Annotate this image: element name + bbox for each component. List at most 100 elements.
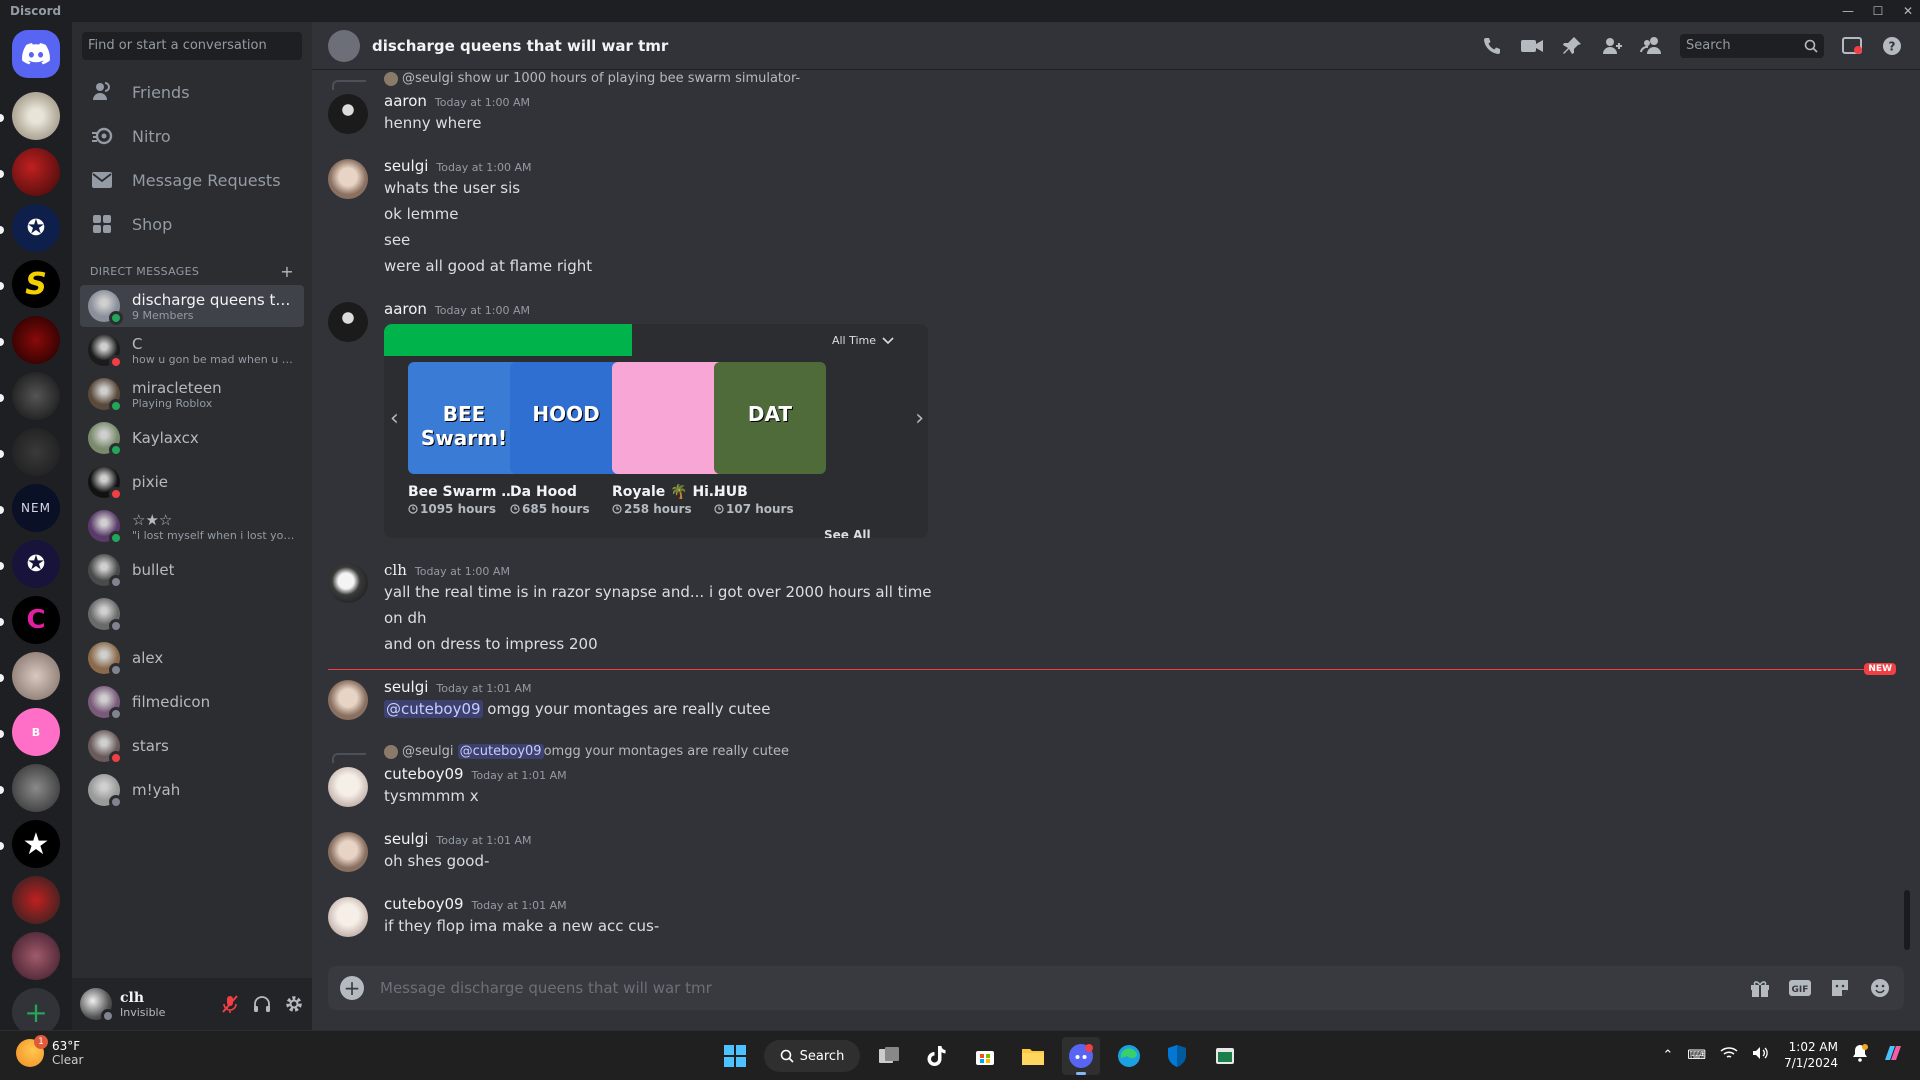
sticker-icon[interactable]	[1828, 976, 1852, 1000]
gif-icon[interactable]: GIF	[1788, 976, 1812, 1000]
server-icon[interactable]	[12, 932, 60, 980]
wifi-icon[interactable]	[1720, 1046, 1738, 1064]
headphones-icon[interactable]	[252, 994, 272, 1014]
create-dm-icon[interactable]: +	[280, 262, 294, 281]
see-all-link[interactable]: See All	[824, 528, 871, 538]
server-icon[interactable]	[12, 92, 60, 140]
chevron-up-icon[interactable]: ⌃	[1662, 1048, 1673, 1063]
windows-start-icon[interactable]	[716, 1037, 754, 1075]
add-friends-to-dm-icon[interactable]	[1600, 34, 1624, 58]
message-author[interactable]: cuteboy09	[384, 765, 464, 783]
avatar[interactable]	[328, 680, 368, 720]
scroll-thumb[interactable]	[1904, 890, 1910, 950]
nav-item-nitro[interactable]: Nitro	[80, 114, 304, 158]
server-icon[interactable]	[12, 428, 60, 476]
message-author[interactable]: seulgi	[384, 157, 428, 175]
server-icon[interactable]	[12, 372, 60, 420]
reply-preview[interactable]: @seulgi show ur 1000 hours of playing be…	[384, 71, 800, 86]
avatar[interactable]	[328, 832, 368, 872]
dm-item[interactable]: alex	[80, 637, 304, 679]
server-icon[interactable]: ✪	[12, 204, 60, 252]
dm-item[interactable]: Chow u gon be mad when u did...	[80, 329, 304, 371]
game-card[interactable]: DAT HUB 107 hours	[714, 362, 826, 516]
video-call-icon[interactable]	[1520, 34, 1544, 58]
taskbar-clock[interactable]: 1:02 AM 7/1/2024	[1784, 1039, 1838, 1071]
avatar[interactable]	[80, 988, 115, 1023]
maximize-icon[interactable]: ☐	[1866, 4, 1890, 18]
nav-item-friends[interactable]: Friends	[80, 70, 304, 114]
carousel-prev-icon[interactable]: ‹	[390, 406, 399, 431]
server-icon[interactable]: S	[12, 260, 60, 308]
message-author[interactable]: aaron	[384, 92, 427, 110]
taskbar-search-button[interactable]: Search	[764, 1040, 860, 1072]
header-search-input[interactable]: Search	[1680, 33, 1824, 58]
nav-item-message-requests[interactable]: Message Requests	[80, 158, 304, 202]
gift-icon[interactable]	[1748, 976, 1772, 1000]
message-author[interactable]: clh	[384, 561, 407, 579]
avatar[interactable]	[328, 159, 368, 199]
minimize-icon[interactable]: —	[1836, 4, 1860, 18]
dm-item[interactable]: discharge queens tha... 9 Members	[80, 285, 304, 327]
avatar[interactable]	[328, 897, 368, 937]
server-icon[interactable]	[12, 764, 60, 812]
pin-icon[interactable]	[1560, 34, 1584, 58]
member-list-icon[interactable]	[1640, 34, 1664, 58]
message-author[interactable]: aaron	[384, 300, 427, 318]
dm-item[interactable]: miracleteen Playing Roblox	[80, 373, 304, 415]
add-server-button[interactable]: +	[12, 988, 60, 1036]
server-icon[interactable]: ★	[12, 820, 60, 868]
server-icon[interactable]: ✪	[12, 540, 60, 588]
keyboard-icon[interactable]: ⌨	[1687, 1048, 1706, 1063]
home-button[interactable]	[12, 30, 60, 78]
message-author[interactable]: cuteboy09	[384, 895, 464, 913]
defender-shield-icon[interactable]	[1158, 1037, 1196, 1075]
app-window-icon[interactable]	[1206, 1037, 1244, 1075]
task-view-icon[interactable]	[870, 1037, 908, 1075]
notification-bell-icon[interactable]	[1852, 1044, 1868, 1066]
tiktok-icon[interactable]	[918, 1037, 956, 1075]
message-input[interactable]	[380, 979, 1748, 997]
server-icon[interactable]	[12, 876, 60, 924]
game-card[interactable]: HOOD Da Hood 685 hours	[510, 362, 622, 516]
time-filter-dropdown[interactable]: All Time	[832, 334, 894, 347]
server-icon[interactable]	[12, 316, 60, 364]
settings-gear-icon[interactable]	[284, 994, 304, 1014]
game-card[interactable]: Royale 🌴 Hig... 258 hours	[612, 362, 724, 516]
avatar[interactable]	[328, 302, 368, 342]
find-conversation-input[interactable]: Find or start a conversation	[82, 32, 302, 60]
dm-item[interactable]: stars	[80, 725, 304, 767]
server-icon[interactable]: NEM	[12, 484, 60, 532]
close-icon[interactable]: ✕	[1896, 4, 1920, 18]
server-icon[interactable]	[12, 652, 60, 700]
volume-icon[interactable]	[1752, 1046, 1770, 1064]
discord-taskbar-icon[interactable]	[1062, 1037, 1100, 1075]
avatar[interactable]	[328, 767, 368, 807]
dm-item[interactable]	[80, 593, 304, 635]
dm-item[interactable]: filmedicon	[80, 681, 304, 723]
user-mention[interactable]: @cuteboy09	[457, 744, 544, 759]
message-author[interactable]: seulgi	[384, 830, 428, 848]
server-icon[interactable]: C	[12, 596, 60, 644]
user-mention[interactable]: @cuteboy09	[384, 700, 483, 718]
help-icon[interactable]: ?	[1880, 34, 1904, 58]
emoji-icon[interactable]	[1868, 976, 1892, 1000]
weather-widget[interactable]: 1 63°F Clear	[16, 1035, 83, 1067]
dm-item[interactable]: pixie	[80, 461, 304, 503]
microsoft-store-icon[interactable]	[966, 1037, 1004, 1075]
avatar[interactable]	[328, 94, 368, 134]
dm-item[interactable]: ☆★☆ "i lost myself when i lost you ...	[80, 505, 304, 547]
dm-item[interactable]: m!yah	[80, 769, 304, 811]
server-icon[interactable]	[12, 148, 60, 196]
message-scrollbar[interactable]	[1904, 70, 1912, 960]
nav-item-shop[interactable]: Shop	[80, 202, 304, 246]
inbox-icon[interactable]	[1840, 34, 1864, 58]
dm-item[interactable]: bullet	[80, 549, 304, 591]
edge-browser-icon[interactable]	[1110, 1037, 1148, 1075]
server-icon[interactable]: B	[12, 708, 60, 756]
avatar[interactable]	[328, 563, 368, 603]
message-author[interactable]: seulgi	[384, 678, 428, 696]
dm-item[interactable]: Kaylaxcx	[80, 417, 304, 459]
upload-plus-icon[interactable]: +	[340, 976, 364, 1000]
game-card[interactable]: BEE Swarm! Bee Swarm Si... 1095 hours	[408, 362, 520, 516]
carousel-next-icon[interactable]: ›	[915, 406, 924, 431]
